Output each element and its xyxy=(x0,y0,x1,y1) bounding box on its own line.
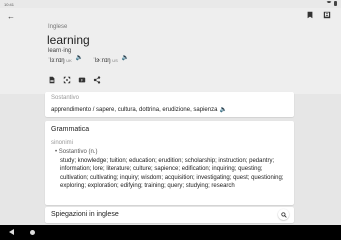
speaker-icon[interactable]: 🔈 xyxy=(121,55,128,61)
search-button[interactable] xyxy=(278,209,289,220)
nav-back-icon[interactable] xyxy=(9,229,14,235)
ipa-uk: ˈlɜːnɪŋ xyxy=(48,58,65,64)
headword: learning xyxy=(47,33,90,47)
word-toolbar: F xyxy=(48,76,101,84)
synonyms-label: sinonimi xyxy=(51,140,74,146)
svg-text:F: F xyxy=(81,78,83,82)
status-time: 10:41 xyxy=(4,2,15,7)
expand-icon[interactable] xyxy=(63,76,71,84)
word-header: ← Inglese learning learn·ing ˈlɜːnɪŋ UK … xyxy=(0,8,341,94)
grammar-title: Grammatica xyxy=(51,126,90,133)
document-icon[interactable] xyxy=(48,76,56,84)
status-icons xyxy=(326,1,337,6)
pos-label: Sostantivo (n.) xyxy=(58,149,98,155)
explanation-title: Spiegazioni in inglese xyxy=(51,211,119,218)
pronunciations: ˈlɜːnɪŋ UK 🔈 ˈlɝːnɪŋ US 🔈 xyxy=(48,55,129,64)
bookmark-icon[interactable] xyxy=(306,11,314,19)
ipa-us: ˈlɝːnɪŋ xyxy=(92,58,111,64)
translation-value: apprendimento / sapere, cultura, dottrin… xyxy=(51,107,218,113)
wifi-icon xyxy=(326,1,332,5)
translation-card: Sostantivo apprendimento / sapere, cultu… xyxy=(45,92,294,117)
region-us: US xyxy=(112,58,118,63)
region-uk: UK xyxy=(66,58,72,63)
speaker-icon[interactable]: 🔈 xyxy=(219,107,226,113)
translation-text: apprendimento / sapere, cultura, dottrin… xyxy=(51,106,227,113)
grammar-card: Grammatica sinonimi • Sostantivo (n.) st… xyxy=(45,121,294,205)
pronunciation-us[interactable]: ˈlɝːnɪŋ US 🔈 xyxy=(92,55,129,64)
system-nav-bar xyxy=(0,225,341,240)
battery-icon xyxy=(334,1,337,6)
flashcard-icon[interactable]: F xyxy=(78,76,86,84)
language-label: Inglese xyxy=(48,24,68,30)
speaker-icon[interactable]: 🔈 xyxy=(75,55,82,61)
nav-home-icon[interactable] xyxy=(30,230,35,235)
explanation-card[interactable]: Spiegazioni in inglese xyxy=(45,207,294,223)
pronunciation-uk[interactable]: ˈlɜːnɪŋ UK 🔈 xyxy=(48,55,83,64)
hyphenation: learn·ing xyxy=(48,48,72,54)
back-arrow-icon[interactable]: ← xyxy=(7,12,15,21)
part-of-speech-label: Sostantivo xyxy=(51,95,80,101)
status-bar: 10:41 xyxy=(0,0,341,8)
synonyms-pos: • Sostantivo (n.) xyxy=(55,149,98,155)
bookmark-list-icon[interactable] xyxy=(323,11,331,19)
share-icon[interactable] xyxy=(93,76,101,84)
synonyms-list: study; knowledge; tuition; education; er… xyxy=(60,158,284,190)
search-icon xyxy=(280,211,287,218)
header-actions xyxy=(306,11,331,19)
